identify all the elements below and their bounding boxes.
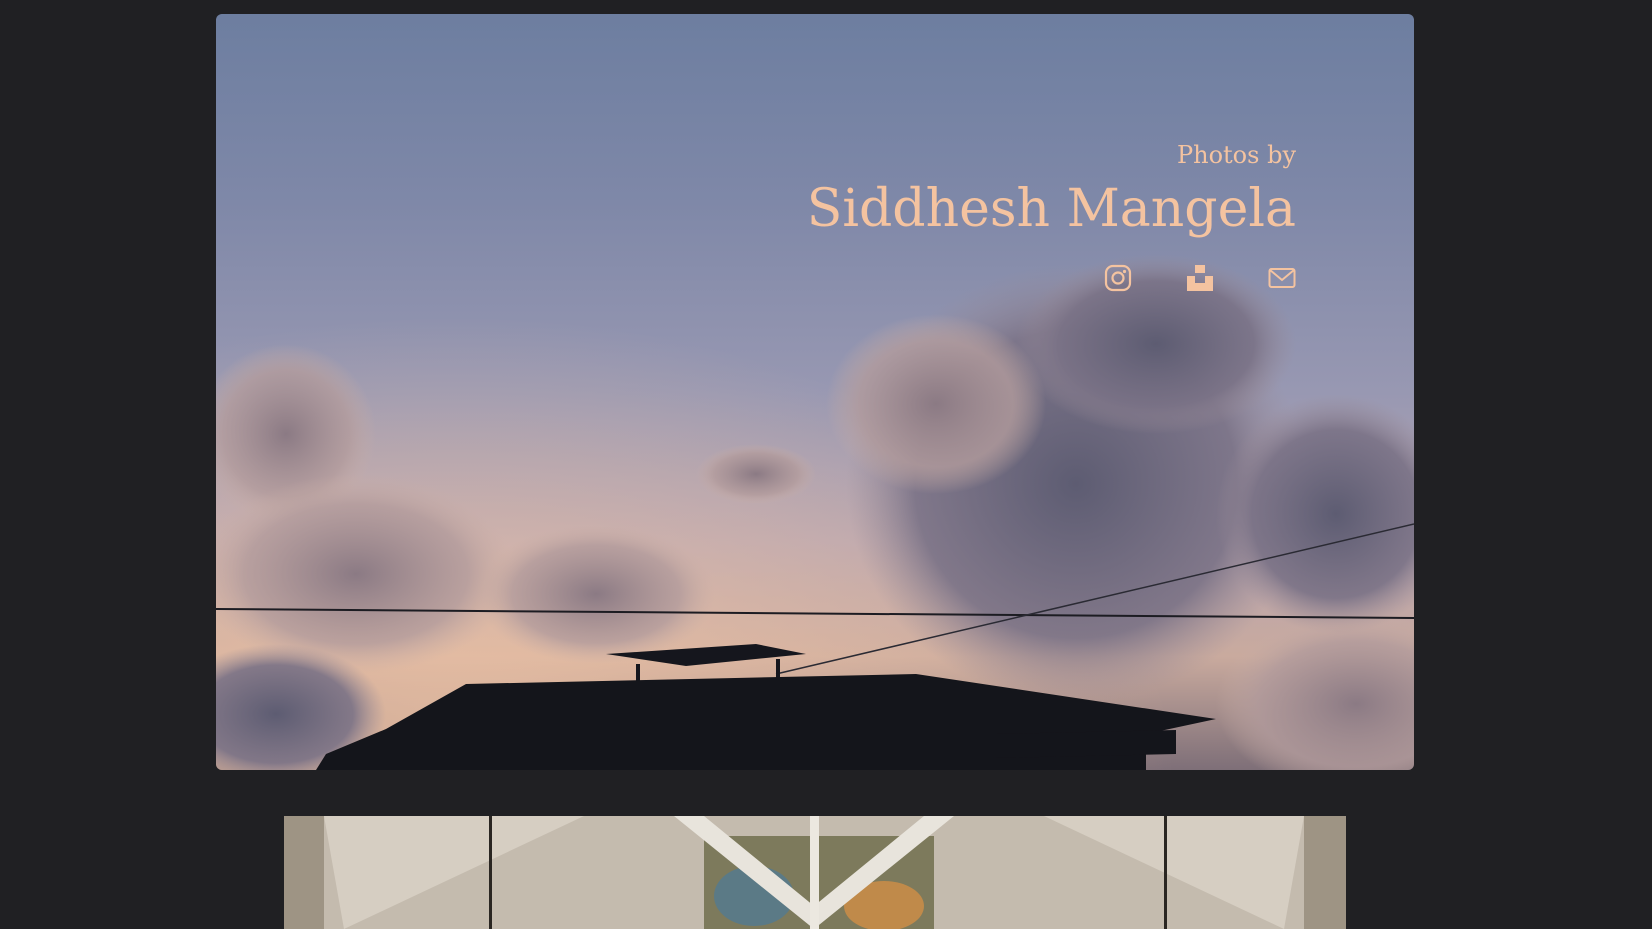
hero-heading: Photos by Siddhesh Mangela <box>807 140 1296 292</box>
email-link[interactable] <box>1268 264 1296 292</box>
photos-by-label: Photos by <box>1176 141 1296 169</box>
hero-photo: Photos by Siddhesh Mangela <box>216 14 1414 770</box>
sunset-sky-image <box>216 14 1414 770</box>
gallery-photo[interactable] <box>284 816 1346 929</box>
page: Photos by Siddhesh Mangela <box>0 0 1652 929</box>
mail-icon <box>1268 268 1296 288</box>
social-links <box>807 264 1296 292</box>
instagram-link[interactable] <box>1104 264 1132 292</box>
photographer-name: Siddhesh Mangela <box>806 179 1296 239</box>
ceiling-photo-image <box>284 816 1346 929</box>
instagram-icon <box>1104 264 1132 292</box>
unsplash-icon <box>1187 265 1213 291</box>
unsplash-link[interactable] <box>1186 264 1214 292</box>
